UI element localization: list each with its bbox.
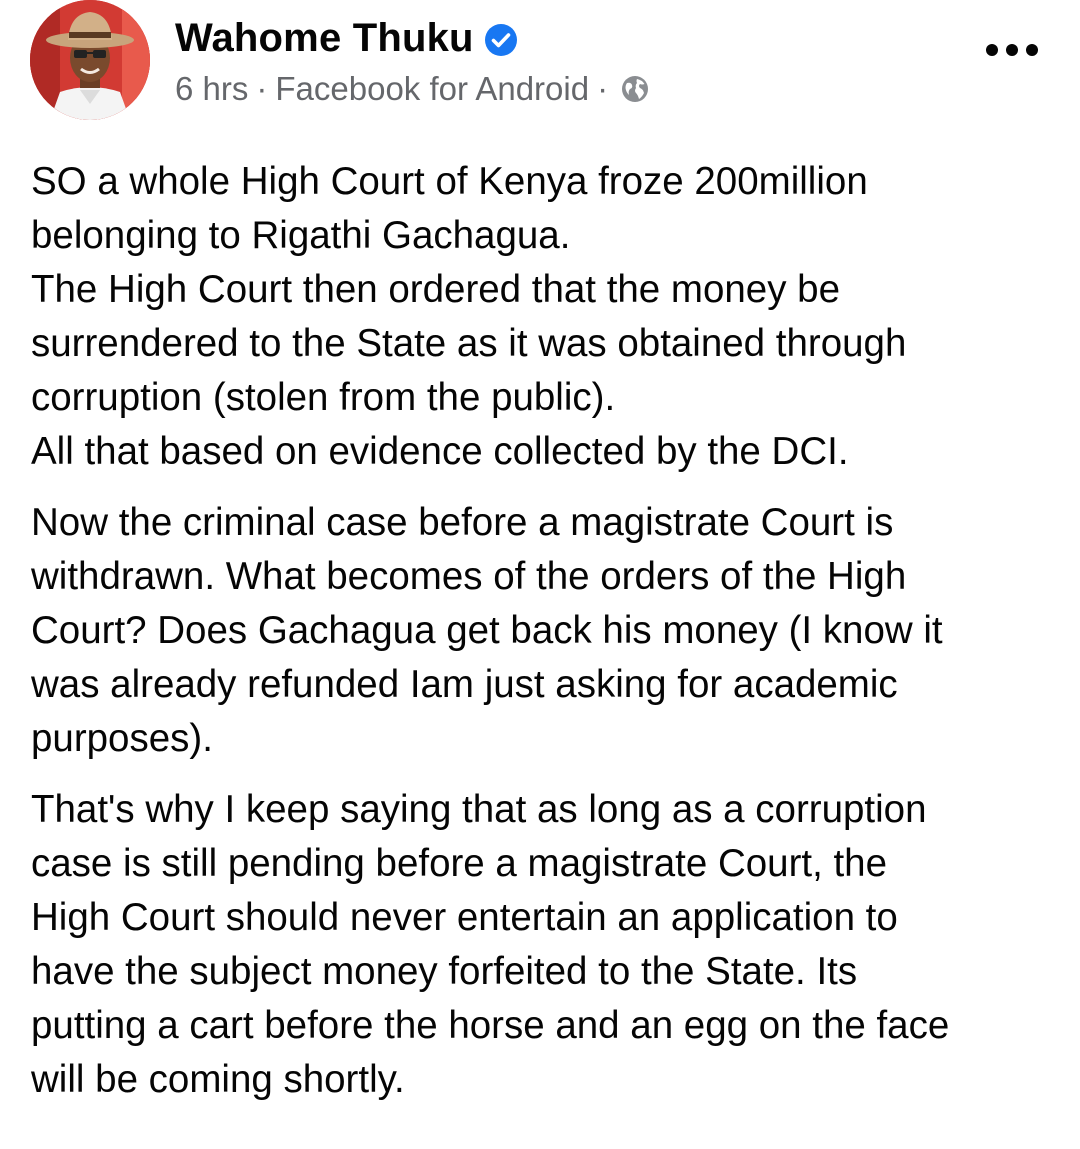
post-paragraph: Now the criminal case before a magistrat… xyxy=(31,501,943,760)
avatar-photo xyxy=(30,0,150,120)
author-name-text[interactable]: Wahome Thuku xyxy=(175,16,474,61)
post-body: SO a whole High Court of Kenya froze 200… xyxy=(31,155,1051,1124)
more-options-button[interactable] xyxy=(986,38,1038,62)
globe-icon[interactable] xyxy=(620,74,650,104)
post-meta: 6 hrs · Facebook for Android · xyxy=(175,70,650,108)
verified-badge-icon xyxy=(484,22,518,56)
author-name[interactable]: Wahome Thuku xyxy=(175,16,518,61)
avatar[interactable] xyxy=(30,0,150,120)
meta-separator: · xyxy=(597,70,609,107)
post-source: Facebook for Android xyxy=(275,70,590,107)
more-options-icon xyxy=(1006,44,1018,56)
more-options-icon xyxy=(986,44,998,56)
post-paragraph: That's why I keep saying that as long as… xyxy=(31,788,950,1101)
post-paragraph: SO a whole High Court of Kenya froze 200… xyxy=(31,160,907,473)
meta-separator: · xyxy=(256,70,268,107)
facebook-post: Wahome Thuku 6 hrs · Facebook for Androi… xyxy=(0,0,1080,1149)
more-options-icon xyxy=(1026,44,1038,56)
post-time[interactable]: 6 hrs xyxy=(175,70,248,108)
